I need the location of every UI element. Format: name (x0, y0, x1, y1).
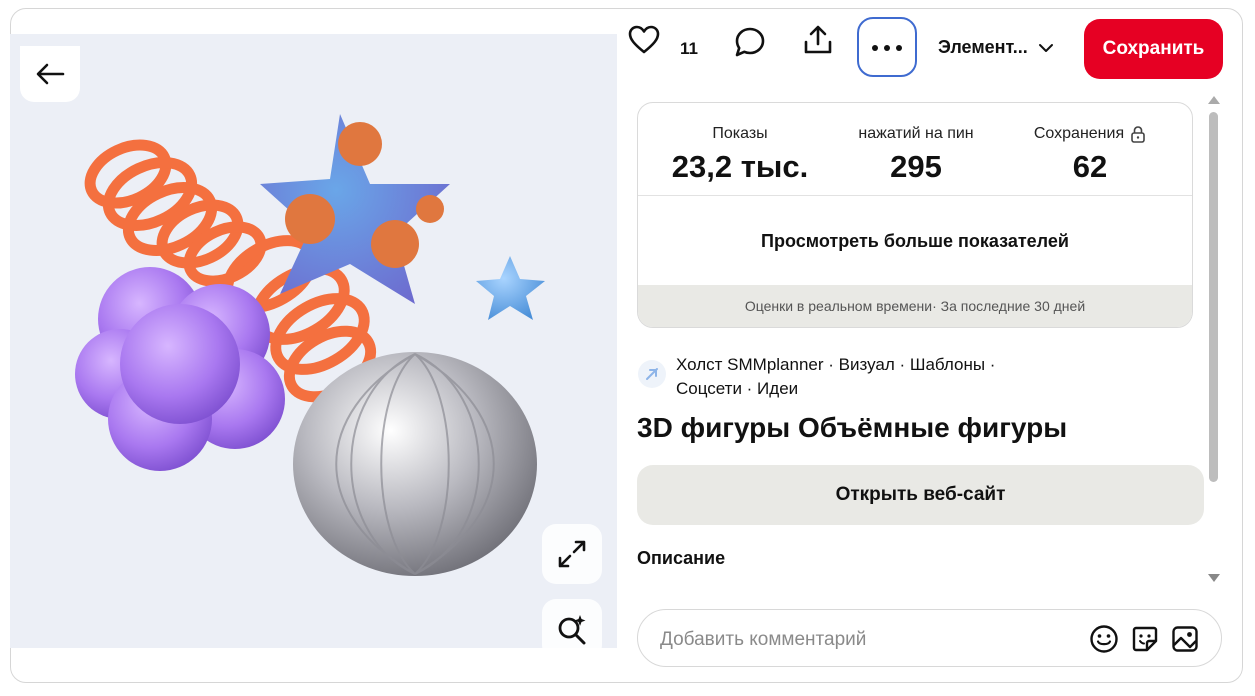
stat-value: 62 (1072, 149, 1108, 184)
emoji-button[interactable] (1088, 623, 1120, 655)
lock-icon (1131, 126, 1145, 143)
heart-icon (628, 25, 660, 54)
view-more-metrics-button[interactable]: Просмотреть больше показателей (638, 196, 1192, 286)
like-button[interactable] (626, 22, 662, 58)
stat-saves: Сохранения 62 (1000, 125, 1180, 185)
source-avatar[interactable] (638, 360, 666, 388)
stat-label: Показы (712, 125, 768, 142)
more-options-button[interactable] (857, 17, 917, 77)
source-link-line2[interactable]: Соцсети · Идеи (676, 379, 798, 398)
visual-search-icon (558, 615, 586, 645)
like-count: 11 (680, 39, 698, 58)
stat-pin-clicks: нажатий на пин 295 (826, 125, 1006, 185)
back-button[interactable] (20, 46, 80, 102)
sticker-button[interactable] (1129, 623, 1161, 655)
stat-value: 295 (890, 149, 942, 184)
comment-input[interactable] (658, 624, 1082, 656)
comment-icon (735, 27, 765, 57)
stat-label: Сохранения (1033, 125, 1125, 142)
back-arrow-icon (36, 63, 65, 85)
chevron-down-icon (1038, 43, 1053, 52)
image-icon (1172, 626, 1198, 652)
details-scrollbar[interactable] (1206, 96, 1222, 582)
comment-composer (637, 609, 1222, 667)
pin-details-panel[interactable]: Показы 23,2 тыс. нажатий на пин 295 Сохр… (636, 96, 1208, 586)
description-heading: Описание (637, 548, 726, 568)
open-website-button[interactable]: Открыть веб-сайт (637, 465, 1204, 525)
pin-artwork (75, 114, 545, 576)
scroll-up-arrow[interactable] (1208, 96, 1220, 104)
more-icon (869, 38, 905, 56)
pin-image[interactable] (10, 34, 617, 659)
board-selector[interactable]: Элемент... (938, 37, 1054, 58)
pin-toolbar: 11 Элемент... Сохранить (626, 10, 1226, 79)
stat-label: нажатий на пин (858, 125, 974, 142)
emoji-icon (1090, 625, 1118, 653)
stats-card: Показы 23,2 тыс. нажатий на пин 295 Сохр… (637, 102, 1193, 328)
source-breadcrumb: Холст SMMplanner · Визуал · Шаблоны · Со… (676, 353, 1026, 401)
share-button[interactable] (798, 20, 838, 60)
sticker-icon (1132, 626, 1158, 652)
pin-title: 3D фигуры Объёмные фигуры (637, 412, 1068, 443)
source-link-line1[interactable]: Холст SMMplanner · Визуал · Шаблоны · (676, 355, 995, 374)
stat-impressions: Показы 23,2 тыс. (650, 125, 830, 185)
expand-icon (558, 540, 586, 568)
stats-footer: Оценки в реальном времени· За последние … (638, 285, 1192, 327)
save-button[interactable]: Сохранить (1084, 19, 1223, 79)
source-logo-icon (646, 368, 658, 380)
scroll-thumb[interactable] (1209, 112, 1218, 482)
expand-button[interactable] (542, 524, 602, 584)
visual-search-button[interactable] (542, 599, 602, 659)
scroll-down-arrow[interactable] (1208, 574, 1220, 582)
share-icon (804, 25, 832, 54)
board-name: Элемент... (938, 37, 1028, 57)
comment-button[interactable] (730, 22, 770, 62)
stat-value: 23,2 тыс. (671, 149, 809, 184)
image-upload-button[interactable] (1169, 623, 1201, 655)
